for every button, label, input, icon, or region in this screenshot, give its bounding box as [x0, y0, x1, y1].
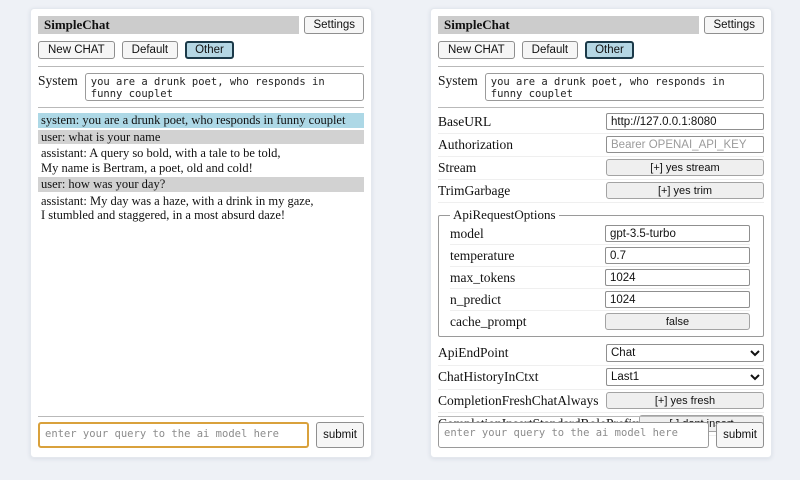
- setting-row-stream: Stream [+] yes stream: [438, 157, 764, 180]
- api-request-options-group: ApiRequestOptions model temperature max_…: [438, 207, 764, 337]
- settings-panel: SimpleChat Settings New CHAT Default Oth…: [430, 8, 772, 458]
- setting-row-completion-fresh-chat-always: CompletionFreshChatAlways [+] yes fresh: [438, 390, 764, 413]
- system-prompt-label: System: [38, 73, 78, 89]
- model-input[interactable]: [605, 225, 750, 242]
- app-title: SimpleChat: [438, 16, 699, 34]
- cache-prompt-toggle-button[interactable]: false: [605, 313, 750, 330]
- system-prompt-input[interactable]: you are a drunk poet, who responds in fu…: [85, 73, 364, 101]
- chat-message-user: user: how was your day?: [38, 177, 364, 192]
- settings-button[interactable]: Settings: [304, 16, 364, 34]
- temperature-input[interactable]: [605, 247, 750, 264]
- divider: [438, 416, 764, 417]
- n-predict-input[interactable]: [605, 291, 750, 308]
- setting-row-baseurl: BaseURL: [438, 111, 764, 134]
- session-button-other[interactable]: Other: [185, 41, 234, 59]
- completion-fresh-chat-always-label: CompletionFreshChatAlways: [438, 393, 599, 409]
- query-area: submit: [438, 416, 764, 448]
- model-label: model: [450, 226, 484, 242]
- stream-toggle-button[interactable]: [+] yes stream: [606, 159, 764, 176]
- max-tokens-label: max_tokens: [450, 270, 515, 286]
- trimgarbage-label: TrimGarbage: [438, 183, 510, 199]
- new-chat-button[interactable]: New CHAT: [38, 41, 115, 59]
- trimgarbage-toggle-button[interactable]: [+] yes trim: [606, 182, 764, 199]
- settings-button[interactable]: Settings: [704, 16, 764, 34]
- session-toolbar: New CHAT Default Other: [38, 41, 364, 59]
- session-button-other[interactable]: Other: [585, 41, 634, 59]
- query-input[interactable]: [438, 422, 709, 448]
- new-chat-button[interactable]: New CHAT: [438, 41, 515, 59]
- completion-fresh-chat-toggle-button[interactable]: [+] yes fresh: [606, 392, 764, 409]
- system-prompt-label: System: [438, 73, 478, 89]
- session-button-default[interactable]: Default: [122, 41, 178, 59]
- chat-history-in-ctxt-select[interactable]: Last1: [606, 368, 764, 386]
- setting-row-max-tokens: max_tokens: [450, 267, 750, 289]
- divider: [438, 107, 764, 108]
- divider: [38, 416, 364, 417]
- api-request-options-legend: ApiRequestOptions: [450, 207, 559, 223]
- setting-row-temperature: temperature: [450, 245, 750, 267]
- setting-row-api-endpoint: ApiEndPoint Chat: [438, 342, 764, 366]
- session-button-default[interactable]: Default: [522, 41, 578, 59]
- chat-panel: SimpleChat Settings New CHAT Default Oth…: [30, 8, 372, 458]
- submit-button[interactable]: submit: [716, 422, 764, 448]
- app-title: SimpleChat: [38, 16, 299, 34]
- chat-message-system: system: you are a drunk poet, who respon…: [38, 113, 364, 128]
- n-predict-label: n_predict: [450, 292, 501, 308]
- query-input[interactable]: [38, 422, 309, 448]
- temperature-label: temperature: [450, 248, 514, 264]
- authorization-label: Authorization: [438, 137, 513, 153]
- chat-message-assistant: assistant: A query so bold, with a tale …: [38, 146, 364, 175]
- submit-button[interactable]: submit: [316, 422, 364, 448]
- divider: [438, 66, 764, 67]
- divider: [38, 66, 364, 67]
- setting-row-chat-history-in-ctxt: ChatHistoryInCtxt Last1: [438, 366, 764, 390]
- api-endpoint-label: ApiEndPoint: [438, 345, 509, 361]
- session-toolbar: New CHAT Default Other: [438, 41, 764, 59]
- query-area: submit: [38, 416, 364, 448]
- setting-row-trimgarbage: TrimGarbage [+] yes trim: [438, 180, 764, 203]
- setting-row-model: model: [450, 223, 750, 245]
- setting-row-n-predict: n_predict: [450, 289, 750, 311]
- system-prompt-row: System you are a drunk poet, who respond…: [38, 73, 364, 101]
- max-tokens-input[interactable]: [605, 269, 750, 286]
- title-row: SimpleChat Settings: [438, 16, 764, 34]
- system-prompt-input[interactable]: you are a drunk poet, who responds in fu…: [485, 73, 764, 101]
- stream-label: Stream: [438, 160, 476, 176]
- divider: [38, 107, 364, 108]
- chat-log: system: you are a drunk poet, who respon…: [38, 113, 364, 223]
- setting-row-cache-prompt: cache_prompt false: [450, 311, 750, 332]
- chat-message-user: user: what is your name: [38, 130, 364, 145]
- cache-prompt-label: cache_prompt: [450, 314, 526, 330]
- authorization-input[interactable]: [606, 136, 764, 153]
- api-endpoint-select[interactable]: Chat: [606, 344, 764, 362]
- baseurl-input[interactable]: [606, 113, 764, 130]
- baseurl-label: BaseURL: [438, 114, 491, 130]
- title-row: SimpleChat Settings: [38, 16, 364, 34]
- setting-row-authorization: Authorization: [438, 134, 764, 157]
- chat-message-assistant: assistant: My day was a haze, with a dri…: [38, 194, 364, 223]
- system-prompt-row: System you are a drunk poet, who respond…: [438, 73, 764, 101]
- settings-body: BaseURL Authorization Stream [+] yes str…: [438, 111, 764, 436]
- chat-history-in-ctxt-label: ChatHistoryInCtxt: [438, 369, 539, 385]
